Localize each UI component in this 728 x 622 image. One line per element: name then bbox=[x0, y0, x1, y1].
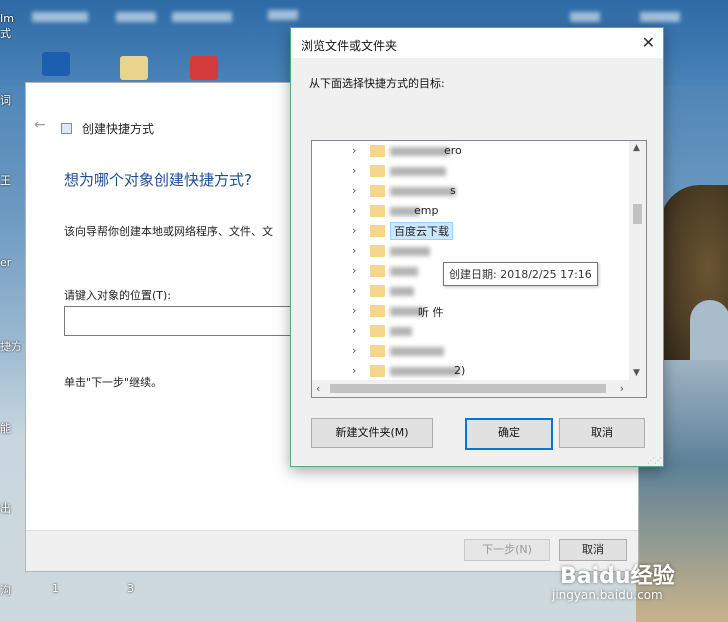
desktop-edge-label: 能 bbox=[0, 422, 11, 435]
folder-tree-item[interactable]: › 百度云下载 bbox=[312, 221, 628, 241]
folder-tree-item[interactable]: › bbox=[312, 161, 628, 181]
folder-icon bbox=[370, 145, 385, 157]
blurred-folder-name bbox=[390, 267, 418, 276]
blurred-folder-name bbox=[390, 147, 450, 156]
folder-tree-item[interactable]: › 2) bbox=[312, 361, 628, 381]
desktop-icon-label-blurred[interactable] bbox=[268, 10, 298, 20]
vertical-scrollbar[interactable]: ▲ ▼ bbox=[629, 141, 646, 380]
folder-tooltip: 创建日期: 2018/2/25 17:16 bbox=[443, 262, 598, 286]
horizontal-scroll-thumb[interactable] bbox=[330, 384, 606, 393]
dialog-title: 浏览文件或文件夹 bbox=[301, 39, 398, 53]
folder-name: s bbox=[450, 184, 456, 197]
dialog-titlebar[interactable]: 浏览文件或文件夹 ✕ bbox=[291, 28, 663, 58]
taskbar-number: 3 bbox=[127, 582, 134, 595]
scroll-right-icon[interactable]: › bbox=[620, 382, 624, 395]
folder-icon bbox=[370, 205, 385, 217]
expand-chevron-icon[interactable]: › bbox=[352, 264, 356, 277]
folder-name: 2) bbox=[454, 364, 466, 377]
dialog-cancel-button[interactable]: 取消 bbox=[559, 418, 645, 448]
folder-name: 听 件 bbox=[418, 306, 444, 319]
scroll-down-icon[interactable]: ▼ bbox=[633, 368, 640, 378]
folder-icon bbox=[370, 305, 385, 317]
blurred-folder-name bbox=[390, 287, 414, 296]
desktop-edge-label: 捷方 bbox=[0, 340, 22, 353]
close-icon[interactable]: ✕ bbox=[642, 33, 655, 52]
folder-name: ero bbox=[444, 144, 462, 157]
expand-chevron-icon[interactable]: › bbox=[352, 344, 356, 357]
expand-chevron-icon[interactable]: › bbox=[352, 244, 356, 257]
expand-chevron-icon[interactable]: › bbox=[352, 204, 356, 217]
expand-chevron-icon[interactable]: › bbox=[352, 184, 356, 197]
desktop-edge-label: 式 bbox=[0, 27, 11, 40]
folder-tree-item[interactable]: › 听 件 bbox=[312, 301, 628, 321]
desktop-icon-label-blurred[interactable] bbox=[32, 12, 88, 22]
wizard-title: 创建快捷方式 bbox=[82, 122, 155, 136]
desktop-app-icon[interactable] bbox=[42, 52, 70, 76]
desktop-app-icon[interactable] bbox=[190, 56, 218, 80]
new-folder-button[interactable]: 新建文件夹(M) bbox=[311, 418, 433, 448]
browse-folder-dialog: 浏览文件或文件夹 ✕ 从下面选择快捷方式的目标: › ero › › s › emp › 百度云… bbox=[290, 27, 664, 467]
folder-tree-item[interactable]: › s bbox=[312, 181, 628, 201]
watermark-url: jingyan.baidu.com bbox=[552, 588, 663, 602]
shortcut-icon bbox=[61, 123, 72, 134]
expand-chevron-icon[interactable]: › bbox=[352, 224, 356, 237]
desktop-icon-label-blurred[interactable] bbox=[172, 12, 232, 22]
blurred-folder-name bbox=[390, 187, 456, 196]
folder-tree-item[interactable]: › bbox=[312, 241, 628, 261]
blurred-folder-name bbox=[390, 347, 444, 356]
scroll-left-icon[interactable]: ‹ bbox=[316, 382, 320, 395]
desktop-icon-label-blurred[interactable] bbox=[570, 12, 600, 22]
folder-icon bbox=[370, 345, 385, 357]
desktop-edge-label: 出 bbox=[0, 502, 11, 515]
desktop-edge-label: er bbox=[0, 256, 12, 269]
blurred-folder-name bbox=[390, 167, 446, 176]
folder-icon bbox=[370, 365, 385, 377]
folder-icon bbox=[370, 245, 385, 257]
folder-tree-item[interactable]: › ero bbox=[312, 141, 628, 161]
horizontal-scrollbar[interactable]: ‹ › bbox=[312, 380, 646, 397]
expand-chevron-icon[interactable]: › bbox=[352, 144, 356, 157]
next-button[interactable]: 下一步(N) bbox=[464, 539, 550, 561]
blurred-folder-name bbox=[390, 367, 460, 376]
desktop-edge-label: 沟 bbox=[0, 584, 11, 597]
folder-icon bbox=[370, 225, 385, 237]
wizard-description: 该向导帮你创建本地或网络程序、文件、文 bbox=[64, 225, 273, 238]
continue-hint: 单击"下一步"继续。 bbox=[64, 376, 163, 389]
desktop-edge-label: 王 bbox=[0, 174, 11, 187]
desktop-edge-label: 词 bbox=[0, 94, 11, 107]
back-arrow-icon[interactable]: ← bbox=[34, 117, 46, 133]
desktop-icon-label[interactable]: Im bbox=[0, 12, 14, 25]
resize-grip-icon[interactable]: ⋰⋰ bbox=[647, 456, 662, 465]
folder-name: 百度云下载 bbox=[390, 222, 453, 240]
location-input[interactable] bbox=[64, 306, 306, 336]
scroll-up-icon[interactable]: ▲ bbox=[633, 143, 640, 153]
folder-icon bbox=[370, 185, 385, 197]
taskbar-number: 1 bbox=[52, 582, 59, 595]
expand-chevron-icon[interactable]: › bbox=[352, 164, 356, 177]
expand-chevron-icon[interactable]: › bbox=[352, 284, 356, 297]
expand-chevron-icon[interactable]: › bbox=[352, 304, 356, 317]
location-label: 请键入对象的位置(T): bbox=[64, 289, 172, 302]
folder-icon bbox=[370, 285, 385, 297]
folder-icon bbox=[370, 165, 385, 177]
dialog-instruction: 从下面选择快捷方式的目标: bbox=[309, 77, 445, 90]
desktop-icon-label-blurred[interactable] bbox=[116, 12, 156, 22]
blurred-folder-name bbox=[390, 327, 412, 336]
watermark-logo: Baidu经验 bbox=[560, 564, 675, 589]
folder-icon bbox=[370, 325, 385, 337]
folder-tree-item[interactable]: › bbox=[312, 341, 628, 361]
expand-chevron-icon[interactable]: › bbox=[352, 364, 356, 377]
folder-tree-item[interactable]: › bbox=[312, 321, 628, 341]
expand-chevron-icon[interactable]: › bbox=[352, 324, 356, 337]
folder-icon bbox=[370, 265, 385, 277]
desktop-folder-icon[interactable] bbox=[120, 56, 148, 80]
wizard-heading: 想为哪个对象创建快捷方式? bbox=[64, 171, 252, 189]
blurred-folder-name bbox=[390, 247, 430, 256]
folder-tree-item[interactable]: › emp bbox=[312, 201, 628, 221]
ok-button[interactable]: 确定 bbox=[465, 418, 553, 450]
vertical-scroll-thumb[interactable] bbox=[633, 204, 642, 225]
folder-name: emp bbox=[414, 204, 439, 217]
desktop-icon-label-blurred[interactable] bbox=[640, 12, 680, 22]
